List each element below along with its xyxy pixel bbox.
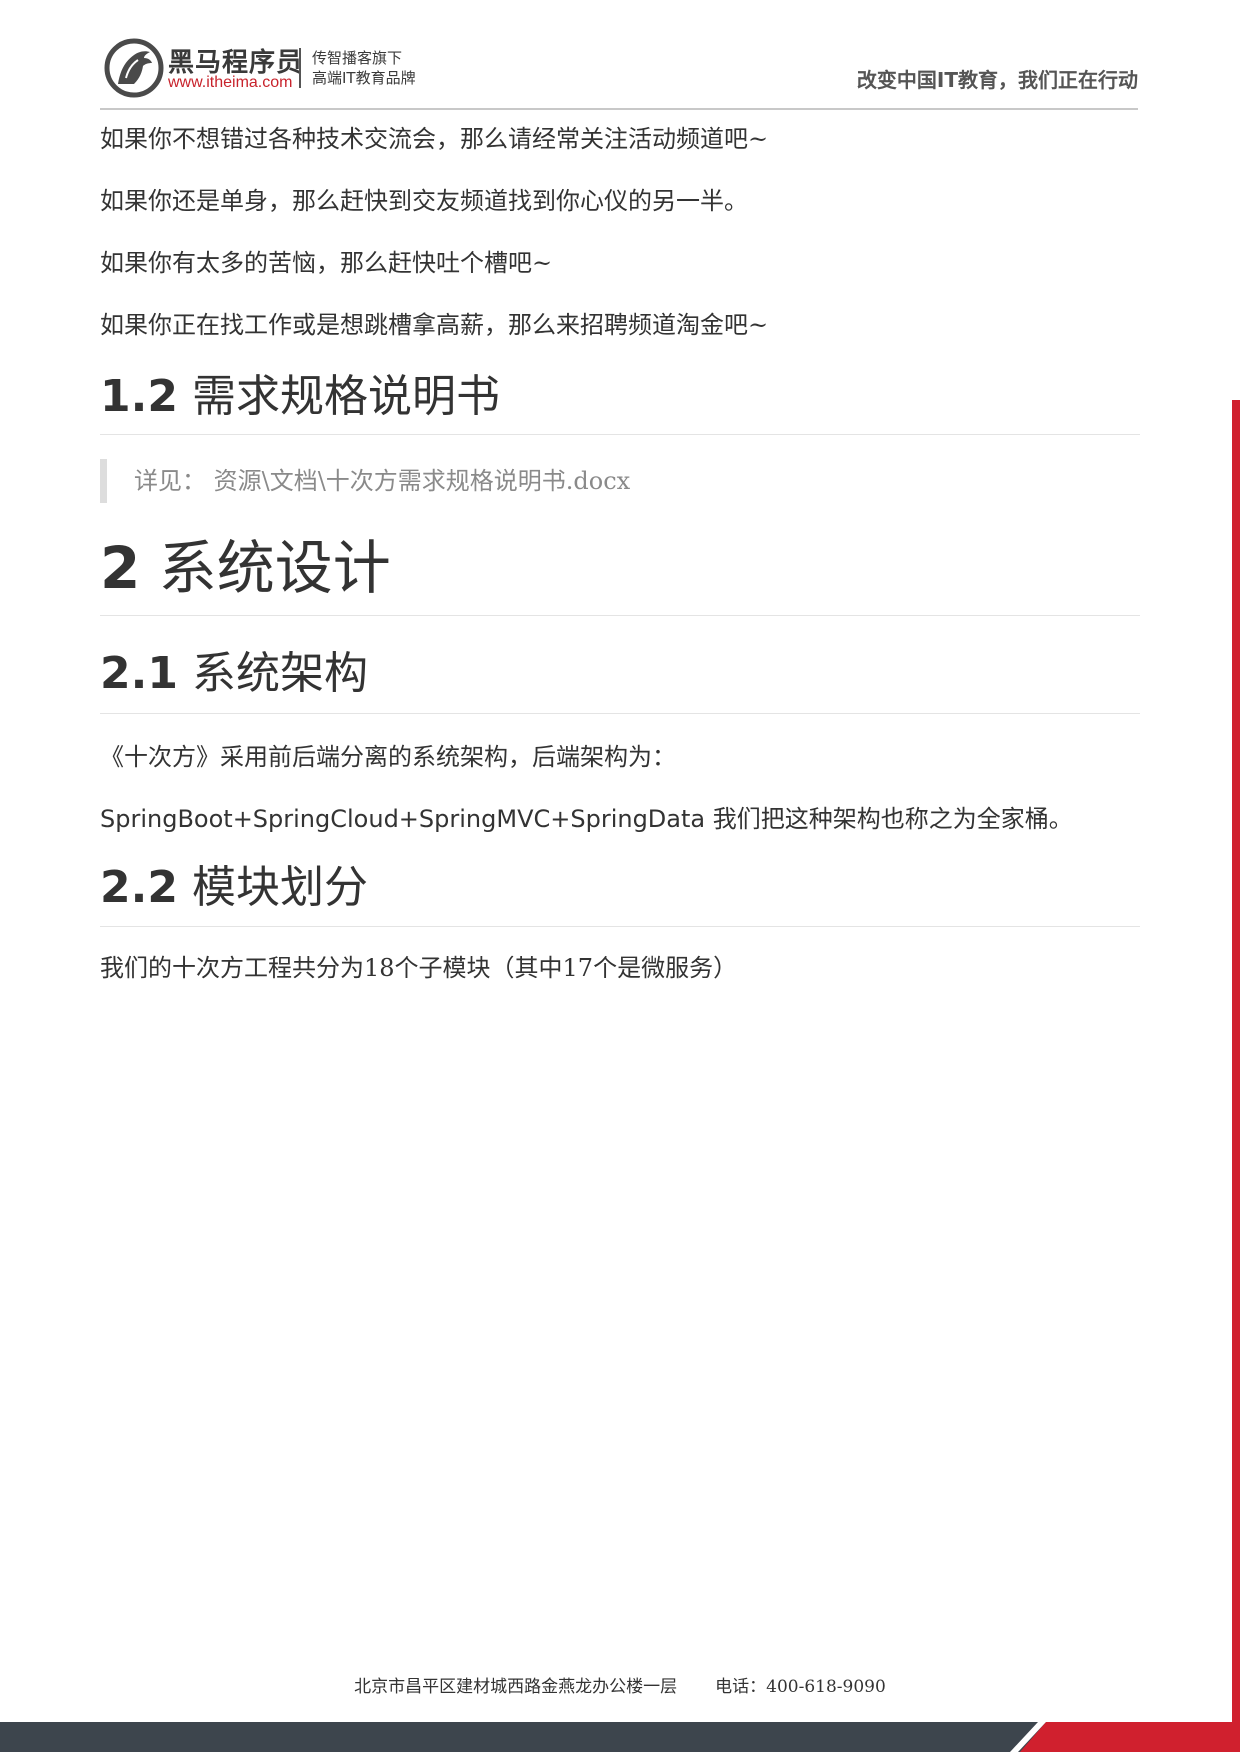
section-title: 系统设计 [158, 534, 391, 602]
section-heading-2: 2 系统设计 [100, 525, 1140, 616]
stack-description: 我们把这种架构也称之为全家桶。 [705, 805, 1073, 833]
section-title: 系统架构 [191, 648, 368, 699]
page-edge-accent [1232, 400, 1240, 1722]
intro-paragraph: 如果你不想错过各种技术交流会，那么请经常关注活动频道吧~ [100, 125, 769, 153]
section-heading-2-2: 2.2 模块划分 [100, 854, 1140, 927]
architecture-stack-paragraph: SpringBoot+SpringCloud+SpringMVC+SpringD… [100, 802, 1140, 836]
intro-paragraph: 如果你正在找工作或是想跳槽拿高薪，那么来招聘频道淘金吧~ [100, 311, 769, 339]
section-title: 模块划分 [191, 862, 368, 913]
brand-slogan-line1: 传智播客旗下 [312, 49, 403, 67]
page-footer: 北京市昌平区建材城西路金燕龙办公楼一层 电话：400-618-9090 [0, 1672, 1240, 1697]
brand-divider [299, 48, 301, 88]
section-heading-1-2: 1.2 需求规格说明书 [100, 364, 1140, 435]
footer-phone: 电话：400-618-9090 [715, 1677, 886, 1697]
modules-paragraph: 我们的十次方工程共分为18个子模块（其中17个是微服务） [100, 954, 738, 982]
stack-names: SpringBoot+SpringCloud+SpringMVC+SpringD… [100, 805, 706, 833]
intro-paragraph: 如果你还是单身，那么赶快到交友频道找到你心仪的另一半。 [100, 187, 748, 215]
section-number: 2.1 [100, 648, 178, 699]
brand-slogan-line2: 高端IT教育品牌 [312, 69, 416, 87]
footer-address: 北京市昌平区建材城西路金燕龙办公楼一层 [354, 1677, 678, 1697]
section-number: 2 [100, 534, 141, 602]
footer-red-accent [1020, 1722, 1240, 1752]
brand-slogan: 传智播客旗下 高端IT教育品牌 [312, 48, 416, 88]
header-tagline: 改变中国IT教育，我们正在行动 [856, 68, 1138, 92]
architecture-paragraph: 《十次方》采用前后端分离的系统架构，后端架构为： [100, 743, 676, 771]
intro-paragraph: 如果你有太多的苦恼，那么赶快吐个槽吧~ [100, 249, 553, 277]
horse-logo-icon [104, 38, 164, 98]
document-body: 如果你不想错过各种技术交流会，那么请经常关注活动频道吧~ 如果你还是单身，那么赶… [100, 112, 1140, 985]
page-header: 黑马程序员 www.itheima.com 传智播客旗下 高端IT教育品牌 改变… [100, 34, 1138, 110]
section-number: 1.2 [100, 371, 178, 422]
section-title: 需求规格说明书 [191, 371, 500, 422]
section-number: 2.2 [100, 862, 178, 913]
section-heading-2-1: 2.1 系统架构 [100, 638, 1140, 714]
reference-blockquote: 详见： 资源\文档\十次方需求规格说明书.docx [100, 459, 1140, 503]
brand-url: www.itheima.com [168, 74, 293, 91]
